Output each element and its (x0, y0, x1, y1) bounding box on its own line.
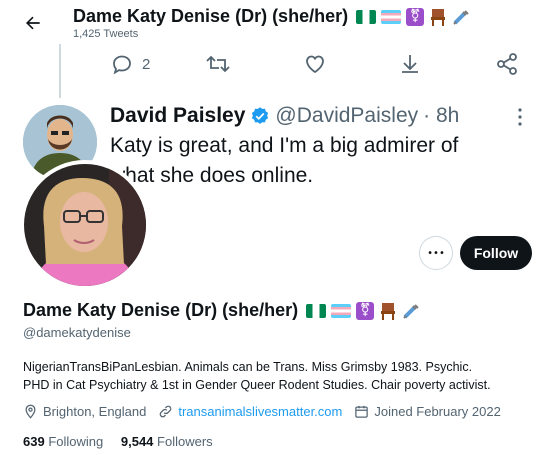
embedded-tweet-header: David Paisley @DavidPaisley · 8h (110, 104, 459, 128)
reply-count: 2 (142, 55, 151, 73)
retweet-button[interactable] (205, 52, 231, 81)
share-button[interactable] (398, 52, 422, 81)
trans-flag-icon (331, 304, 352, 319)
transgender-symbol-icon: ⚧ (406, 8, 425, 27)
link-icon (160, 405, 172, 418)
profile-photo (24, 164, 146, 286)
profile-bio-line-1: NigerianTransBiPanLesbian. Animals can b… (23, 360, 473, 374)
reply-button[interactable]: 2 (110, 52, 150, 76)
thread-line (59, 44, 61, 98)
follow-button[interactable]: Follow (460, 236, 532, 270)
header-name: Dame Katy Denise (Dr) (she/her) (73, 6, 349, 26)
profile-meta: Brighton, England transanimalslivesmatte… (23, 404, 501, 419)
follow-label: Follow (473, 245, 519, 261)
followers-label: Followers (157, 434, 213, 449)
profile-website[interactable]: transanimalslivesmatter.com (178, 404, 342, 419)
profile-avatar[interactable] (20, 160, 150, 290)
header-title: Dame Katy Denise (Dr) (she/her) ⚧ (73, 6, 470, 27)
chair-icon (431, 9, 446, 27)
header-emojis: ⚧ (356, 6, 470, 27)
embedded-tweet-author[interactable]: David Paisley (110, 104, 245, 128)
tweet-count: 1,425 Tweets (73, 28, 139, 40)
embedded-tweet-time[interactable]: · 8h (423, 104, 459, 128)
trans-flag-icon (381, 10, 402, 25)
profile-name-row: Dame Katy Denise (Dr) (she/her) ⚧ (23, 300, 420, 321)
embedded-tweet-text-2: what she does online. (110, 164, 314, 187)
embedded-tweet-handle[interactable]: @DavidPaisley (275, 104, 418, 128)
more-icon: ••• (427, 247, 445, 259)
retweet-icon (206, 55, 230, 73)
syringe-icon (453, 10, 469, 25)
share-network-icon (497, 53, 517, 75)
chair-icon (381, 303, 396, 321)
syringe-icon (403, 304, 419, 319)
embedded-more-button[interactable] (516, 106, 524, 133)
profile-handle: @damekatydenise (23, 325, 131, 340)
back-button[interactable] (20, 10, 46, 36)
followers-link[interactable]: 9,544 Followers (121, 434, 213, 449)
share-network-button[interactable] (495, 52, 519, 81)
profile-bio-line-2: PHD in Cat Psychiatry & 1st in Gender Qu… (23, 378, 491, 392)
follow-stats: 639 Following 9,544 Followers (23, 434, 213, 449)
like-button[interactable] (303, 52, 327, 81)
location-icon (25, 404, 36, 419)
transgender-symbol-icon: ⚧ (356, 302, 375, 321)
profile-joined: Joined February 2022 (374, 404, 501, 419)
share-icon (402, 55, 418, 73)
reply-icon (113, 55, 131, 75)
followers-count: 9,544 (120, 434, 154, 449)
profile-emojis: ⚧ (306, 300, 420, 321)
more-options-button[interactable]: ••• (419, 236, 453, 270)
nigeria-flag-icon (306, 304, 327, 319)
embedded-tweet-text-1: Katy is great, and I'm a big admirer of (110, 134, 459, 157)
like-icon (306, 55, 324, 74)
profile-name: Dame Katy Denise (Dr) (she/her) (23, 300, 299, 320)
back-arrow-icon (26, 16, 40, 30)
verified-badge-icon (252, 107, 269, 124)
calendar-icon (355, 405, 369, 418)
more-vertical-icon (518, 108, 522, 126)
following-label: Following (48, 434, 104, 449)
nigeria-flag-icon (356, 10, 377, 25)
following-count: 639 (23, 434, 45, 449)
following-link[interactable]: 639 Following (23, 434, 107, 449)
profile-location: Brighton, England (43, 404, 147, 419)
